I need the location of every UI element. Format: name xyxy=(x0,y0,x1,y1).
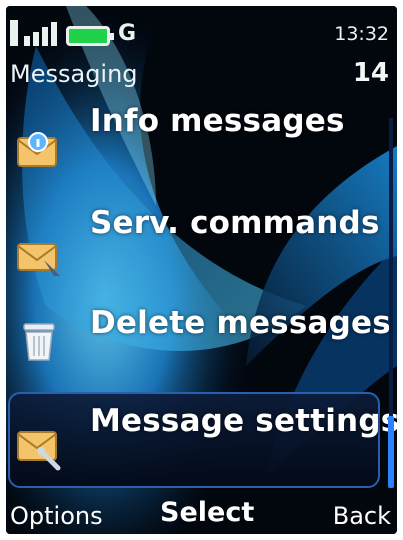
scroll-thumb[interactable] xyxy=(388,416,394,488)
page-title: Messaging xyxy=(10,60,138,88)
softkey-bar: Options Select Back xyxy=(6,496,397,534)
service-command-envelope-icon xyxy=(17,243,60,276)
status-bar: G 13:32 xyxy=(6,6,397,54)
menu-item-label: Delete messages xyxy=(90,305,391,341)
info-message-envelope-icon xyxy=(17,132,57,167)
scrollbar[interactable] xyxy=(388,118,394,488)
trash-bin-icon xyxy=(23,323,55,361)
menu-item-label: Serv. commands xyxy=(90,205,380,241)
network-mode-indicator: G xyxy=(118,21,137,46)
menu-list: Info messages Serv. commands Delete mess… xyxy=(6,92,397,492)
back-softkey[interactable]: Back xyxy=(333,502,391,530)
menu-item-label: Info messages xyxy=(90,103,345,139)
signal-strength-icon xyxy=(10,20,57,46)
phone-screen: G 13:32 Messaging 14 Info messages Serv.… xyxy=(6,6,397,534)
options-softkey[interactable]: Options xyxy=(10,502,103,530)
battery-icon xyxy=(66,26,114,46)
message-settings-envelope-icon xyxy=(17,431,61,471)
item-count: 14 xyxy=(352,58,389,88)
menu-item-delete-messages[interactable]: Delete messages xyxy=(6,292,391,392)
menu-item-label: Message settings xyxy=(90,403,397,439)
clock: 13:32 xyxy=(334,23,389,45)
select-softkey[interactable]: Select xyxy=(160,499,254,527)
menu-item-service-commands[interactable]: Serv. commands xyxy=(6,192,386,292)
menu-item-message-settings[interactable]: Message settings xyxy=(6,392,397,492)
menu-item-info-messages[interactable]: Info messages xyxy=(6,92,386,192)
title-row: Messaging 14 xyxy=(6,54,397,92)
